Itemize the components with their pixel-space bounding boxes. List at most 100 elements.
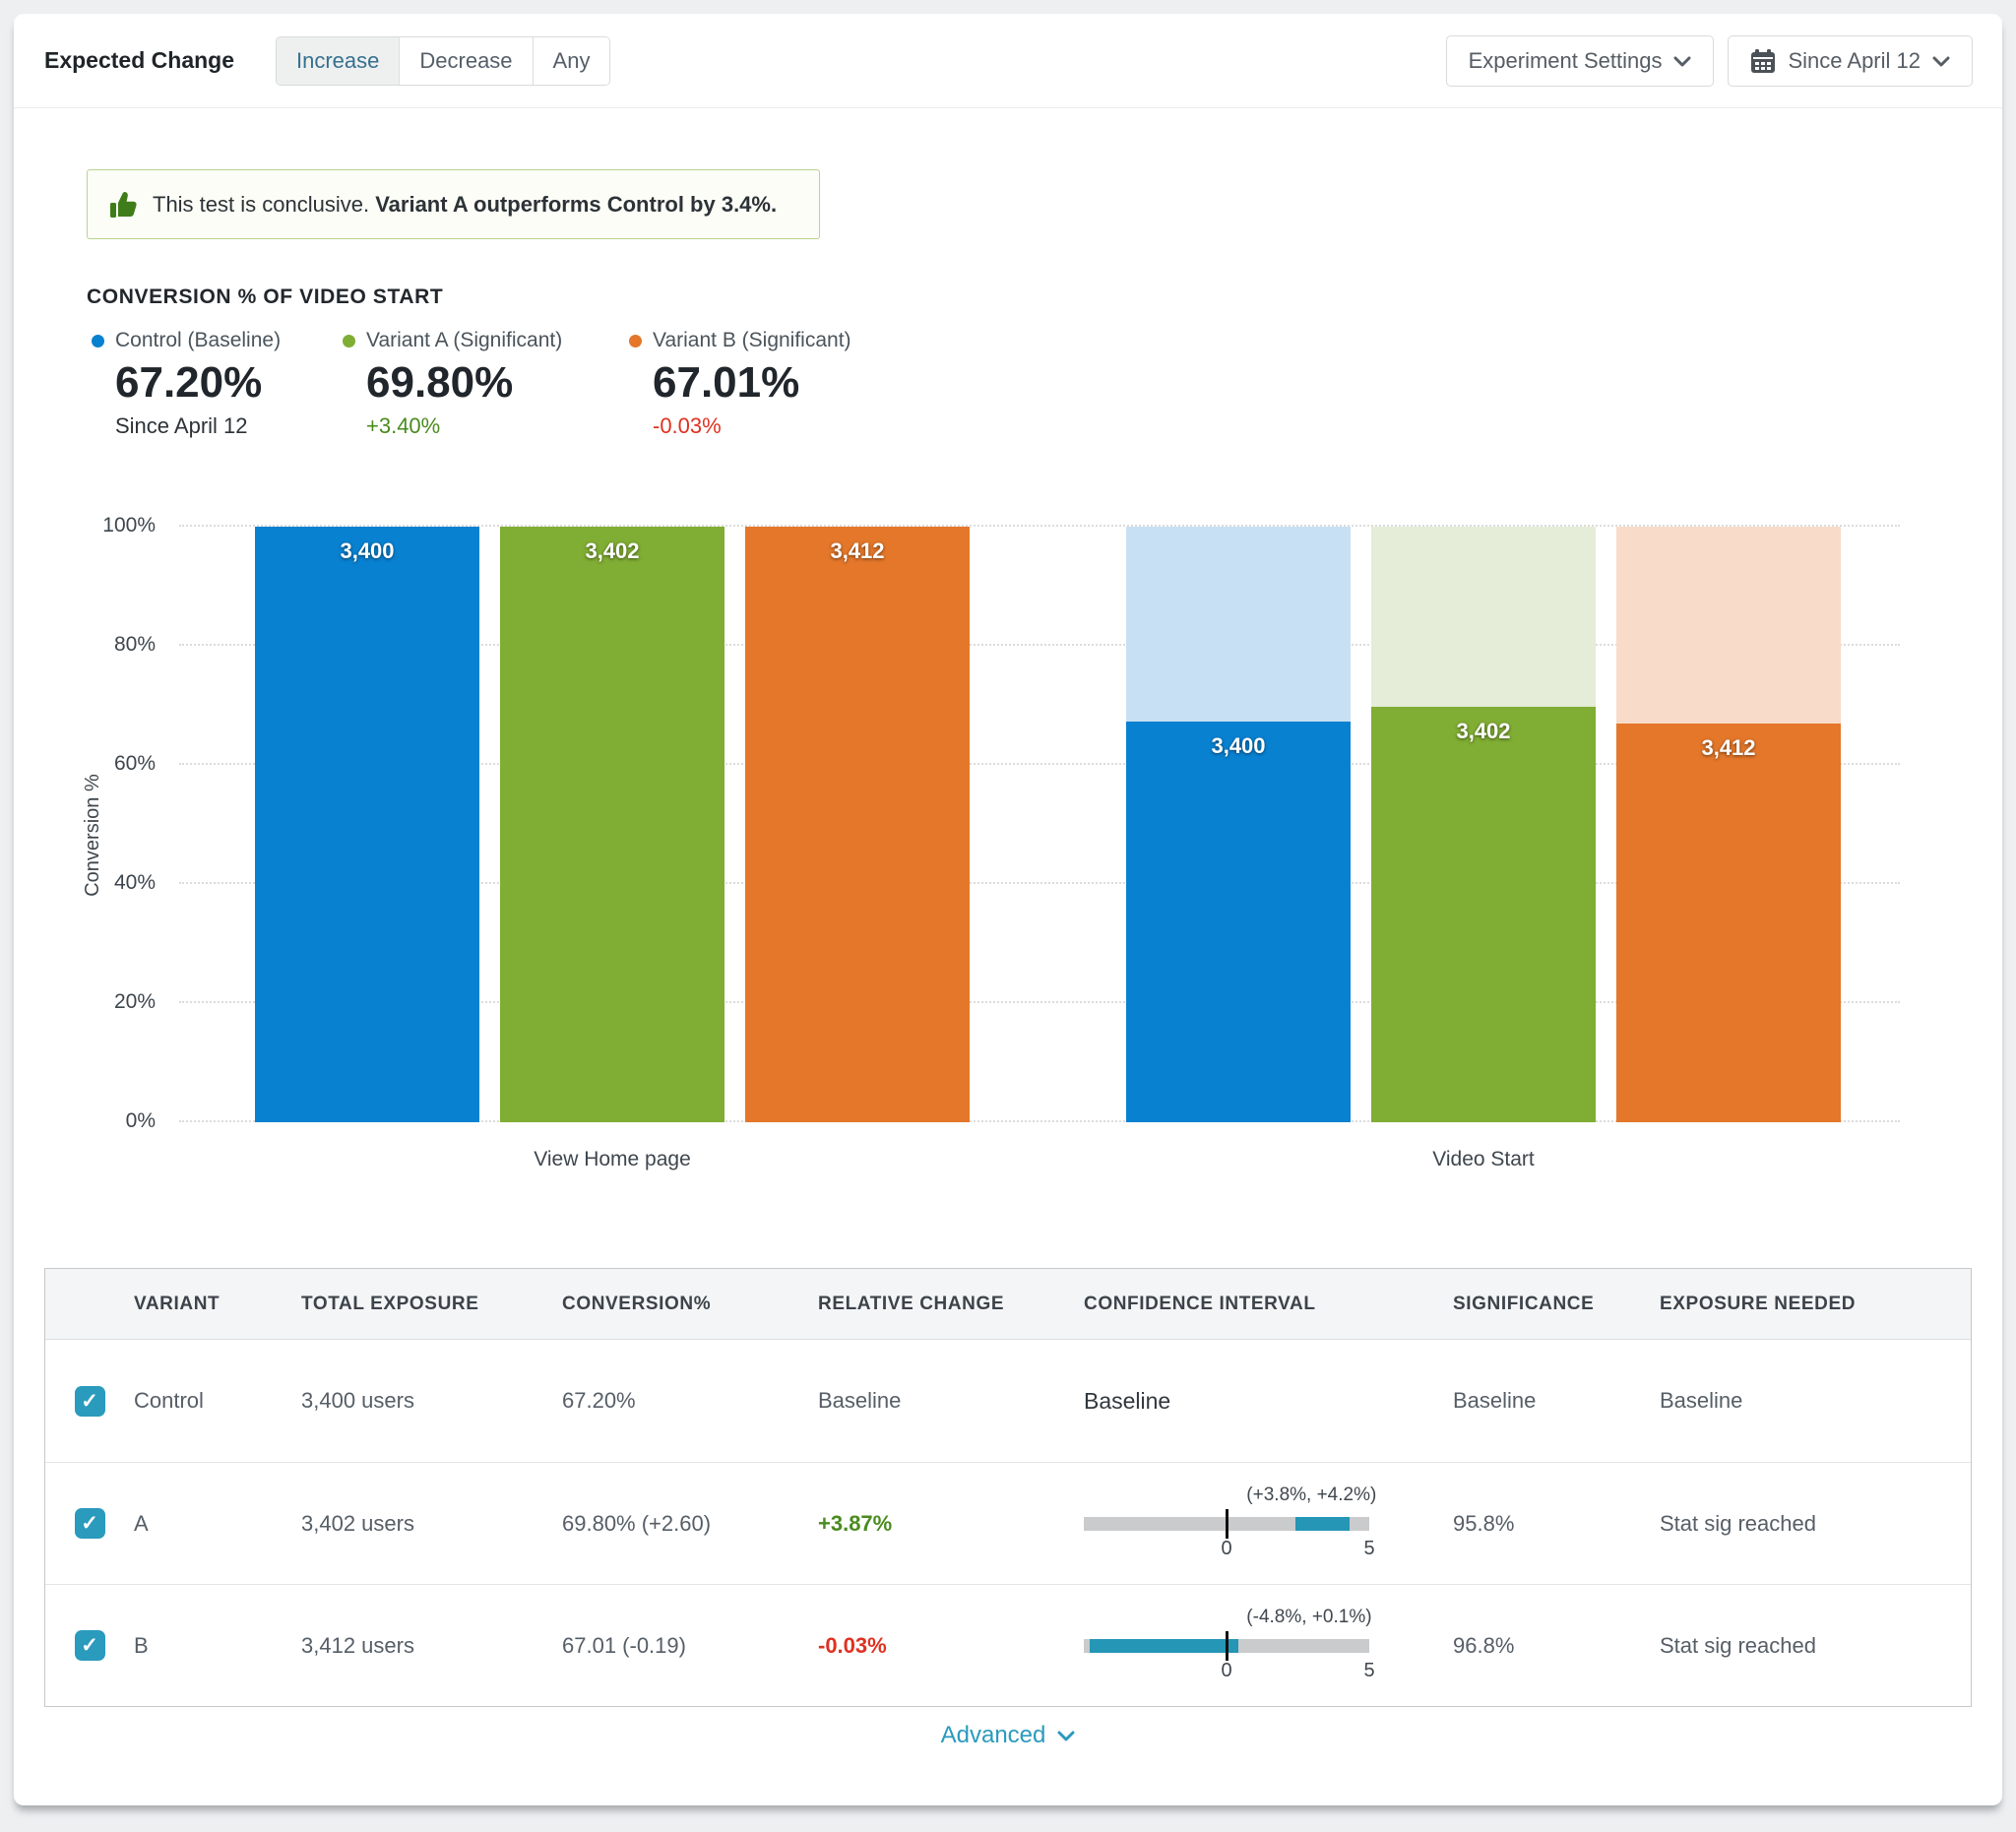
legend-stat: Variant B (Significant) 67.01% -0.03% xyxy=(629,329,905,439)
variant-cell: Control xyxy=(134,1388,301,1414)
table-body: ✓Control3,400 users67.20%BaselineBaselin… xyxy=(45,1340,1971,1706)
banner-text: This test is conclusive. Variant A outpe… xyxy=(153,192,777,218)
ci-range-widget: (+3.8%, +4.2%)05 xyxy=(1084,1485,1369,1563)
chevron-down-icon xyxy=(1673,56,1691,67)
legend-stat-label: Variant B (Significant) xyxy=(653,329,851,352)
column-header-variant: VARIANT xyxy=(134,1294,301,1315)
experiment-settings-label: Experiment Settings xyxy=(1469,48,1663,74)
date-range-button[interactable]: Since April 12 xyxy=(1728,35,1973,87)
conversion-cell: 67.01 (-0.19) xyxy=(562,1633,818,1659)
legend-stat-subtext: -0.03% xyxy=(629,413,905,439)
exposure-needed-cell: Stat sig reached xyxy=(1660,1633,1971,1659)
expected-change-segments: IncreaseDecreaseAny xyxy=(276,36,610,86)
legend-stat-value: 67.20% xyxy=(92,358,367,408)
total-exposure-cell: 3,400 users xyxy=(301,1388,562,1414)
legend-stat-label: Variant A (Significant) xyxy=(366,329,562,352)
table-row: ✓A3,402 users69.80% (+2.60)+3.87%(+3.8%,… xyxy=(45,1462,1971,1584)
ci-range-label: (-4.8%, +0.1%) xyxy=(1246,1607,1371,1628)
bar-remainder-tint xyxy=(1616,527,1841,724)
toolbar-right: Experiment Settings Since April 12 xyxy=(1446,14,1973,108)
variants-table: VARIANTTOTAL EXPOSURECONVERSION%RELATIVE… xyxy=(44,1268,1972,1707)
bar-value-segment: 3,412 xyxy=(745,527,970,1122)
x-axis-group-label: View Home page xyxy=(534,1148,691,1171)
segment-any-button[interactable]: Any xyxy=(534,37,610,85)
checkbox-cell: ✓ xyxy=(45,1386,134,1417)
row-checkbox[interactable]: ✓ xyxy=(75,1386,105,1417)
calendar-icon xyxy=(1750,48,1776,74)
bar-value-segment: 3,402 xyxy=(1371,707,1596,1122)
metric-title: CONVERSION % OF VIDEO START xyxy=(87,285,443,309)
row-checkbox[interactable]: ✓ xyxy=(75,1508,105,1539)
segment-decrease-button[interactable]: Decrease xyxy=(400,37,533,85)
ci-zero-tick xyxy=(1226,1631,1228,1661)
bar-value-segment: 3,402 xyxy=(500,527,724,1122)
ci-interval-segment xyxy=(1295,1517,1350,1531)
confidence-interval-cell: (+3.8%, +4.2%)05 xyxy=(1084,1485,1453,1563)
exposure-needed-cell: Baseline xyxy=(1660,1388,1971,1414)
results-card: Expected Change IncreaseDecreaseAny Expe… xyxy=(14,14,2002,1805)
bar-value-segment: 3,412 xyxy=(1616,724,1841,1122)
ci-track xyxy=(1084,1639,1369,1653)
legend-stat-subtext: Since April 12 xyxy=(92,413,367,439)
ci-range-label: (+3.8%, +4.2%) xyxy=(1246,1485,1376,1506)
column-header-relative-change: RELATIVE CHANGE xyxy=(818,1294,1084,1315)
segment-increase-button[interactable]: Increase xyxy=(277,37,400,85)
table-row: ✓Control3,400 users67.20%BaselineBaselin… xyxy=(45,1340,1971,1462)
bar-value-segment: 3,400 xyxy=(1126,722,1351,1122)
bar-group: 3,400 3,402 3,412 xyxy=(255,527,970,1122)
legend-stat-label: Control (Baseline) xyxy=(115,329,281,352)
x-axis-group-label: Video Start xyxy=(1432,1148,1535,1171)
bar-count-label: 3,412 xyxy=(745,527,970,564)
total-exposure-cell: 3,412 users xyxy=(301,1633,562,1659)
legend-stat-name: Variant A (Significant) xyxy=(343,329,618,352)
row-checkbox[interactable]: ✓ xyxy=(75,1630,105,1661)
ci-zero-label: 0 xyxy=(1221,1538,1231,1560)
legend-dot-icon xyxy=(92,335,104,347)
y-axis-tick: 80% xyxy=(114,633,156,657)
bar-count-label: 3,402 xyxy=(500,527,724,564)
conversion-chart: Conversion % 0%20%40%60%80%100%3,4003,40… xyxy=(14,506,2002,1225)
chart-bar-control: 3,400 xyxy=(255,527,479,1122)
significance-cell: 96.8% xyxy=(1453,1633,1660,1659)
expected-change-label: Expected Change xyxy=(44,47,234,74)
significance-cell: Baseline xyxy=(1453,1388,1660,1414)
bar-count-label: 3,402 xyxy=(1371,707,1596,744)
significance-cell: 95.8% xyxy=(1453,1511,1660,1537)
column-header-significance: SIGNIFICANCE xyxy=(1453,1294,1660,1315)
bar-remainder-tint xyxy=(1126,527,1351,722)
date-range-label: Since April 12 xyxy=(1788,48,1921,74)
y-axis-tick: 20% xyxy=(114,990,156,1014)
bar-count-label: 3,400 xyxy=(1126,722,1351,759)
table-header: VARIANTTOTAL EXPOSURECONVERSION%RELATIVE… xyxy=(45,1269,1971,1340)
ci-zero-label: 0 xyxy=(1221,1660,1231,1682)
bar-remainder-tint xyxy=(1371,527,1596,707)
column-header-total-exposure: TOTAL EXPOSURE xyxy=(301,1294,562,1315)
relative-change-cell: -0.03% xyxy=(818,1633,1084,1659)
checkbox-cell: ✓ xyxy=(45,1508,134,1539)
y-axis-tick: 0% xyxy=(126,1109,156,1133)
bar-count-label: 3,400 xyxy=(255,527,479,564)
ci-baseline-label: Baseline xyxy=(1084,1388,1170,1414)
legend-stat-name: Variant B (Significant) xyxy=(629,329,905,352)
chevron-down-icon xyxy=(1932,56,1950,67)
conclusive-banner: This test is conclusive. Variant A outpe… xyxy=(87,169,820,239)
thumbs-up-icon xyxy=(109,190,139,220)
y-axis-tick: 60% xyxy=(114,752,156,776)
checkbox-cell: ✓ xyxy=(45,1630,134,1661)
chart-bar-variant-a: 3,402 xyxy=(500,527,724,1122)
toolbar: Expected Change IncreaseDecreaseAny Expe… xyxy=(14,14,2002,108)
exposure-needed-cell: Stat sig reached xyxy=(1660,1511,1971,1537)
advanced-expander[interactable]: Advanced xyxy=(14,1722,2002,1749)
chart-bar-variant-b: 3,412 xyxy=(745,527,970,1122)
legend-stat-value: 67.01% xyxy=(629,358,905,408)
experiment-settings-button[interactable]: Experiment Settings xyxy=(1446,35,1715,87)
column-header-confidence-interval: CONFIDENCE INTERVAL xyxy=(1084,1294,1453,1315)
advanced-label: Advanced xyxy=(941,1722,1046,1749)
ci-max-label: 5 xyxy=(1363,1660,1374,1682)
legend-stat-name: Control (Baseline) xyxy=(92,329,367,352)
metric-legend: Control (Baseline) 67.20% Since April 12 Va… xyxy=(14,329,2002,467)
chart-bar-variant-a: 3,402 xyxy=(1371,527,1596,1122)
chart-bar-variant-b: 3,412 xyxy=(1616,527,1841,1122)
confidence-interval-cell: (-4.8%, +0.1%) 0 5 xyxy=(1084,1607,1453,1685)
y-axis-tick: 100% xyxy=(102,514,156,537)
